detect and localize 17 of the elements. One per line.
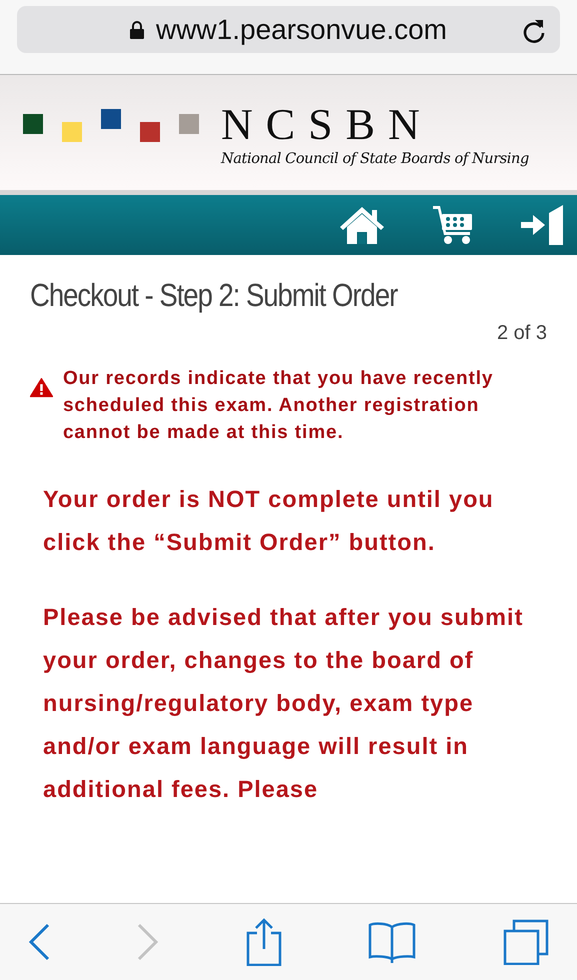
logo-title: NCSBN bbox=[221, 103, 434, 147]
notice-paragraph: Please be advised that after you submit your order, changes to the board of nursing/regulatory body, exam type and/or exam language will result in additional fees. Please bbox=[43, 603, 524, 804]
step-counter: 2 of 3 bbox=[496, 322, 547, 344]
url-text: www1.pearsonvue.com bbox=[156, 14, 448, 46]
notice-paragraph: Your order is NOT complete until you click the “Submit Order” button. bbox=[43, 485, 495, 557]
reload-icon[interactable] bbox=[522, 18, 546, 44]
tabs-icon[interactable] bbox=[503, 919, 549, 965]
cart-icon[interactable] bbox=[433, 204, 473, 246]
home-icon[interactable] bbox=[339, 205, 385, 245]
sign-in-icon[interactable] bbox=[521, 205, 563, 245]
bookmarks-icon[interactable] bbox=[368, 921, 416, 963]
error-message: Our records indicate that you have recently scheduled this exam. Another registration cannot be made at this time. bbox=[62, 367, 494, 445]
share-icon[interactable] bbox=[246, 918, 282, 966]
address-bar[interactable]: www1.pearsonvue.com bbox=[17, 6, 560, 53]
logo-subtitle: National Council of State Boards of Nursing bbox=[221, 151, 529, 167]
back-button[interactable] bbox=[28, 923, 50, 961]
page-title: Checkout - Step 2: Submit Order bbox=[30, 277, 399, 314]
